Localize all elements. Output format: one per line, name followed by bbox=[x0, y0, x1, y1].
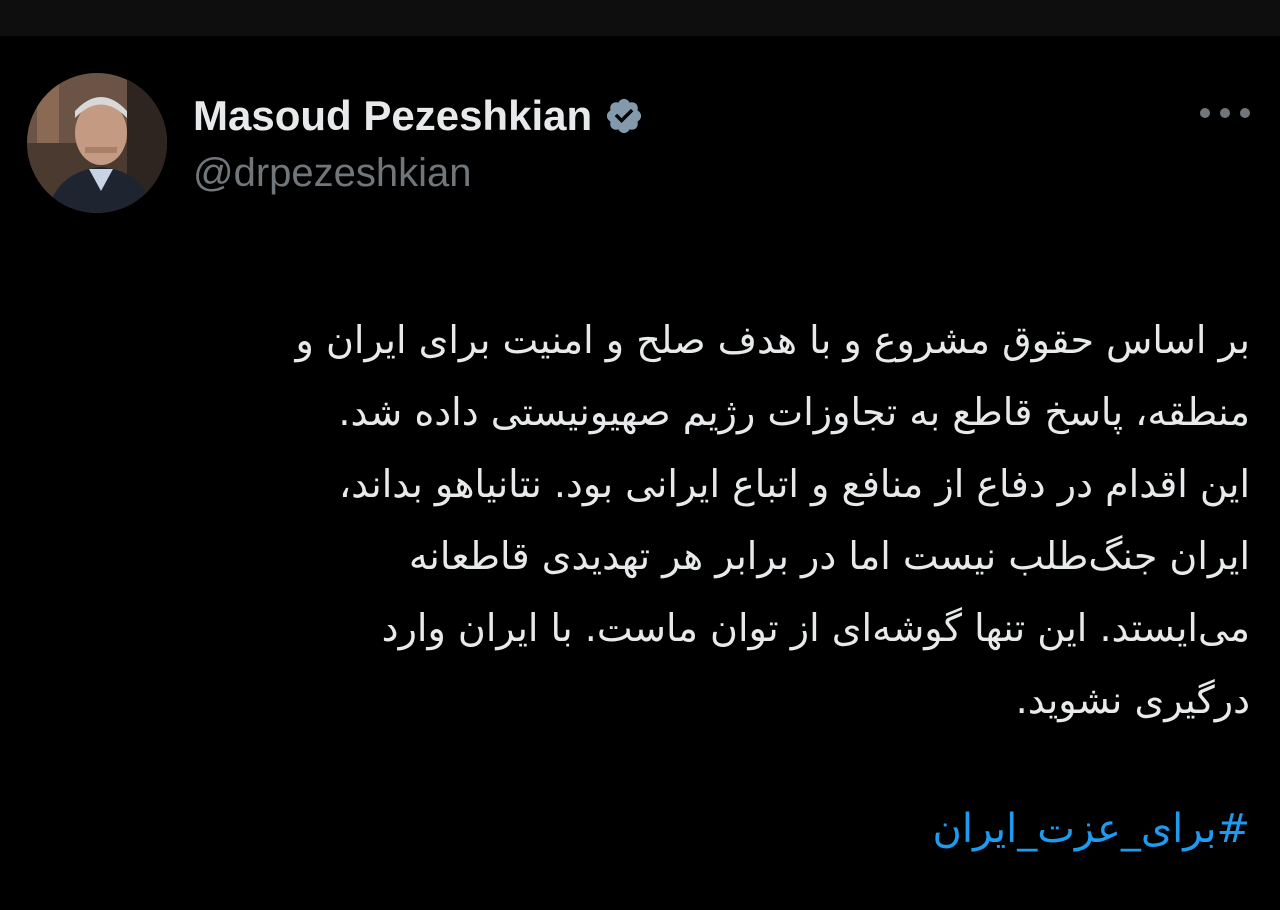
avatar[interactable] bbox=[27, 73, 167, 213]
tweet-text-line: درگیری نشوید. bbox=[1015, 678, 1250, 722]
author-name-row: Masoud Pezeshkian bbox=[193, 90, 644, 142]
tweet-card: Masoud Pezeshkian @drpezeshkian بر اساس … bbox=[0, 36, 1280, 910]
tweet-text-line: این اقدام در دفاع از منافع و اتباع ایران… bbox=[338, 462, 1250, 506]
more-horizontal-icon bbox=[1200, 108, 1210, 118]
author-handle[interactable]: @drpezeshkian bbox=[193, 151, 472, 196]
avatar-image bbox=[27, 73, 167, 213]
more-horizontal-icon-dot bbox=[1240, 108, 1250, 118]
tweet-text-line: می‌ایستد. این تنها گوشه‌ای از توان ماست.… bbox=[381, 606, 1250, 650]
more-horizontal-icon-dot bbox=[1220, 108, 1230, 118]
verified-badge-icon bbox=[604, 96, 644, 136]
tweet-text-line: منطقه، پاسخ قاطع به تجاوزات رژیم صهیونیس… bbox=[338, 390, 1250, 434]
tweet-text-line: ایران جنگ‌طلب نیست اما در برابر هر تهدید… bbox=[408, 534, 1250, 578]
hashtag-link[interactable]: #برای_عزت_ایران bbox=[932, 806, 1250, 852]
tweet-text: بر اساس حقوق مشروع و با هدف صلح و امنیت … bbox=[40, 304, 1250, 736]
top-status-strip bbox=[0, 0, 1280, 36]
author-display-name[interactable]: Masoud Pezeshkian bbox=[193, 92, 592, 140]
more-options-button[interactable] bbox=[1200, 98, 1250, 128]
tweet-text-line: بر اساس حقوق مشروع و با هدف صلح و امنیت … bbox=[295, 318, 1250, 362]
